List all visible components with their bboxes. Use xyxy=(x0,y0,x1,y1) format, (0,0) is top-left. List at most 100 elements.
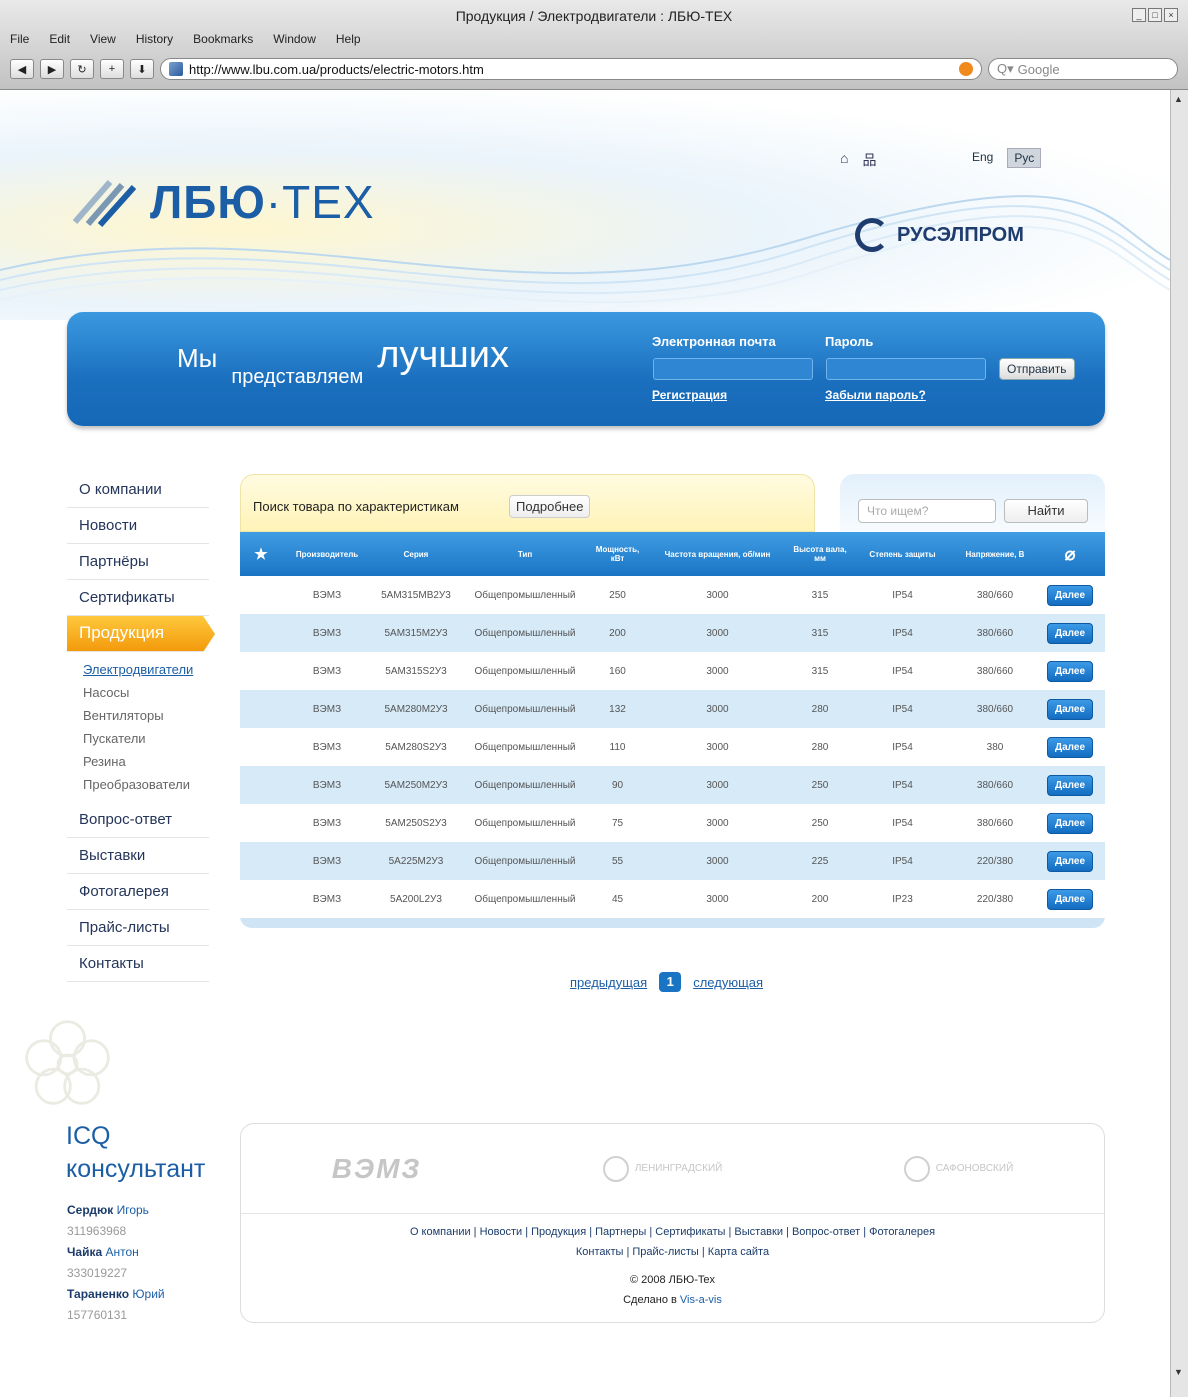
home-icon[interactable]: ⌂ xyxy=(840,150,848,170)
email-field[interactable] xyxy=(653,358,813,380)
col-manufacturer[interactable]: Производитель xyxy=(282,550,372,559)
made-by-link[interactable]: Vis-a-vis xyxy=(680,1294,722,1306)
subnav-item-rubber[interactable]: Резина xyxy=(83,750,209,773)
more-button[interactable]: Далее xyxy=(1046,622,1094,644)
sidebar-item-products[interactable]: Продукция xyxy=(67,616,215,652)
col-power[interactable]: Мощность, кВт xyxy=(590,545,645,563)
prev-page-link[interactable]: предыдущая xyxy=(570,975,647,990)
cell-manufacturer: ВЭМЗ xyxy=(312,703,342,715)
col-rpm[interactable]: Частота вращения, об/мин xyxy=(645,550,790,559)
more-button[interactable]: Далее xyxy=(1046,888,1094,910)
cell-manufacturer: ВЭМЗ xyxy=(312,893,342,905)
col-shaft-height[interactable]: Высота вала, мм xyxy=(790,545,850,563)
search-input[interactable]: Что ищем? xyxy=(858,499,996,523)
lang-eng[interactable]: Eng xyxy=(966,148,999,168)
more-button[interactable]: Далее xyxy=(1046,774,1094,796)
subnav-item-fans[interactable]: Вентиляторы xyxy=(83,704,209,727)
col-protection[interactable]: Степень защиты xyxy=(850,550,955,559)
sidebar-item-news[interactable]: Новости xyxy=(67,508,209,544)
quick-search-panel: Что ищем? Найти xyxy=(840,474,1105,532)
partner-logo-vemz[interactable]: ВЭМЗ xyxy=(332,1153,422,1185)
maximize-icon[interactable]: □ xyxy=(1148,8,1162,22)
more-button[interactable]: Далее xyxy=(1046,736,1094,758)
more-button[interactable]: Далее xyxy=(1046,698,1094,720)
icq-contact-name[interactable]: Чайка Антон xyxy=(67,1242,165,1263)
find-button[interactable]: Найти xyxy=(1004,499,1088,523)
partner-logo-safonovo[interactable]: САФОНОВСКИЙ xyxy=(904,1156,1013,1182)
send-button[interactable]: Отправить xyxy=(999,358,1075,380)
forward-icon[interactable]: ▶ xyxy=(40,59,64,79)
star-icon[interactable]: ★ xyxy=(240,545,282,563)
products-subnav: Электродвигатели Насосы Вентиляторы Пуск… xyxy=(67,652,209,802)
icq-title: ICQ консультант xyxy=(66,1120,205,1186)
subnav-item-pumps[interactable]: Насосы xyxy=(83,681,209,704)
menu-help[interactable]: Help xyxy=(336,32,361,46)
menu-view[interactable]: View xyxy=(90,32,116,46)
icq-contact-number: 311963968 xyxy=(67,1224,127,1238)
scroll-up-icon[interactable]: ▲ xyxy=(1174,94,1183,104)
partner-logo-leningrad[interactable]: ЛЕНИНГРАДСКИЙ xyxy=(603,1156,722,1182)
table-row: ВЭМЗ 5АМ315М2У3 Общепромышленный 200 3000 315… xyxy=(240,614,1105,652)
lang-rus[interactable]: Рус xyxy=(1007,148,1042,168)
sidebar-item-partners[interactable]: Партнёры xyxy=(67,544,209,580)
more-button[interactable]: Далее xyxy=(1046,850,1094,872)
page-number[interactable]: 1 xyxy=(659,972,682,992)
back-icon[interactable]: ◀ xyxy=(10,59,34,79)
url-bar[interactable]: http://www.lbu.com.ua/products/electric-… xyxy=(160,58,982,80)
footer-links-line-1[interactable]: О компании | Новости | Продукция | Партн… xyxy=(361,1222,984,1242)
menu-bookmarks[interactable]: Bookmarks xyxy=(193,32,253,46)
cell-power: 160 xyxy=(609,665,626,677)
more-button[interactable]: Далее xyxy=(1046,660,1094,682)
forgot-password-link[interactable]: Забыли пароль? xyxy=(825,388,926,402)
menu-edit[interactable]: Edit xyxy=(49,32,70,46)
sidebar-item-exhibitions[interactable]: Выставки xyxy=(67,838,209,874)
cell-rpm: 3000 xyxy=(706,779,729,791)
footer-links-line-2[interactable]: Контакты | Прайс-листы | Карта сайта xyxy=(361,1242,984,1262)
sidebar-item-faq[interactable]: Вопрос-ответ xyxy=(67,802,209,838)
scroll-down-icon[interactable]: ▼ xyxy=(1174,1367,1183,1377)
password-field[interactable] xyxy=(826,358,986,380)
footer-links[interactable]: О компании | Новости | Продукция | Партн… xyxy=(241,1222,1104,1262)
more-cell: Далее xyxy=(1035,888,1105,910)
menu-file[interactable]: File xyxy=(10,32,29,46)
menu-history[interactable]: History xyxy=(136,32,173,46)
reload-icon[interactable]: ↻ xyxy=(70,59,94,79)
partner-logo-ruselprom[interactable]: РУСЭЛПРОМ xyxy=(855,218,1024,252)
col-voltage[interactable]: Напряжение, В xyxy=(955,550,1035,559)
cell-rpm: 3000 xyxy=(706,817,729,829)
language-switch: Eng Рус xyxy=(966,148,1042,168)
browser-search-input[interactable]: Q▾ Google xyxy=(988,58,1178,80)
register-link[interactable]: Регистрация xyxy=(652,388,727,402)
sitemap-icon[interactable]: 品 xyxy=(862,150,876,170)
ruselprom-mark-icon xyxy=(855,218,889,252)
download-icon[interactable]: ⬇ xyxy=(130,59,154,79)
more-button[interactable]: Далее xyxy=(1046,584,1094,606)
sidebar-item-contacts[interactable]: Контакты xyxy=(67,946,209,982)
col-type[interactable]: Тип xyxy=(460,550,590,559)
cell-manufacturer: ВЭМЗ xyxy=(312,741,342,753)
close-icon[interactable]: × xyxy=(1164,8,1178,22)
sidebar-item-about[interactable]: О компании xyxy=(67,472,209,508)
subnav-item-converters[interactable]: Преобразователи xyxy=(83,773,209,796)
new-tab-icon[interactable]: + xyxy=(100,59,124,79)
next-page-link[interactable]: следующая xyxy=(693,975,763,990)
cell-shaft-height: 315 xyxy=(811,589,829,601)
more-button[interactable]: Далее xyxy=(1046,812,1094,834)
password-label: Пароль xyxy=(825,334,874,349)
subnav-item-starters[interactable]: Пускатели xyxy=(83,727,209,750)
sidebar-item-gallery[interactable]: Фотогалерея xyxy=(67,874,209,910)
menu-window[interactable]: Window xyxy=(273,32,316,46)
col-series[interactable]: Серия xyxy=(372,550,460,559)
subnav-item-electric-motors[interactable]: Электродвигатели xyxy=(83,658,209,681)
rss-icon[interactable] xyxy=(959,62,973,76)
site-logo[interactable]: ЛБЮ·ТЕХ xyxy=(70,175,375,229)
more-details-button[interactable]: Подробнее xyxy=(509,495,591,518)
cell-series: 5АМ315МВ2У3 xyxy=(381,589,451,601)
sidebar-item-price-lists[interactable]: Прайс-листы xyxy=(67,910,209,946)
minimize-icon[interactable]: _ xyxy=(1132,8,1146,22)
vertical-scrollbar[interactable]: ▲ ▼ xyxy=(1170,90,1188,1397)
cell-protection: IP54 xyxy=(892,741,913,753)
icq-contact-name[interactable]: Тараненко Юрий xyxy=(67,1284,165,1305)
sidebar-item-certificates[interactable]: Сертификаты xyxy=(67,580,209,616)
icq-contact-name[interactable]: Сердюк Игорь xyxy=(67,1200,165,1221)
